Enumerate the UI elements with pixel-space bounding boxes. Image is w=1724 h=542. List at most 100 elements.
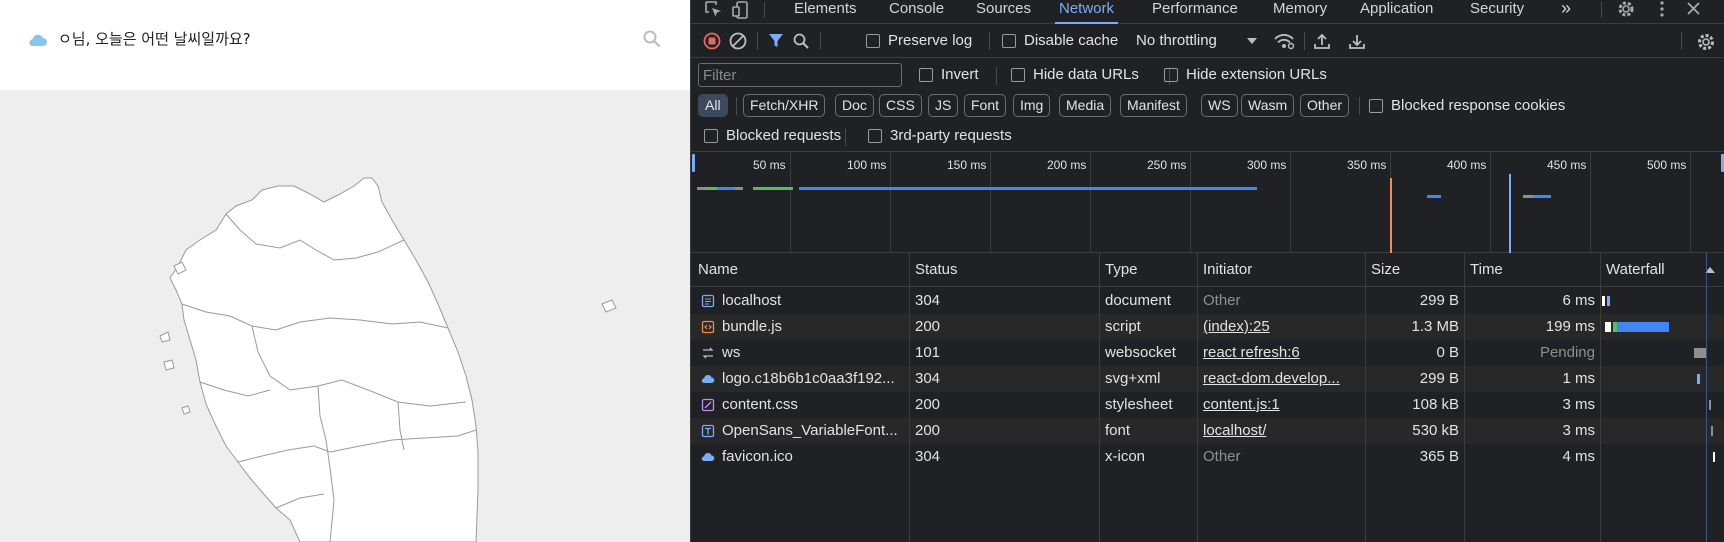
request-name: content.css bbox=[722, 396, 798, 413]
request-initiator[interactable]: (index):25 bbox=[1203, 318, 1359, 336]
invert-checkbox[interactable] bbox=[919, 68, 933, 82]
resource-script-icon bbox=[701, 320, 715, 334]
request-time: 3 ms bbox=[1562, 422, 1595, 439]
request-name: bundle.js bbox=[722, 318, 783, 335]
network-settings-gear-icon[interactable] bbox=[1696, 32, 1716, 52]
search-icon[interactable] bbox=[792, 32, 810, 50]
inspect-element-icon[interactable] bbox=[703, 0, 725, 20]
waterfall-bar bbox=[1605, 322, 1611, 332]
table-row[interactable]: logo.c18b6b1c0aa3f192... 304 svg+xml react-… bbox=[691, 366, 1724, 392]
more-tabs-icon[interactable]: » bbox=[1561, 0, 1571, 24]
waterfall-bar bbox=[1697, 374, 1700, 384]
column-header-time[interactable]: Time bbox=[1470, 261, 1503, 278]
type-filter-all[interactable]: All bbox=[698, 94, 728, 117]
third-party-requests-label: 3rd-party requests bbox=[890, 127, 1012, 144]
third-party-requests-checkbox[interactable] bbox=[868, 129, 882, 143]
resource-websocket-icon bbox=[702, 347, 714, 359]
network-conditions-icon[interactable] bbox=[1273, 32, 1295, 50]
column-header-status[interactable]: Status bbox=[915, 261, 958, 278]
table-row[interactable]: favicon.ico 304 x-icon Other 365 B 4 ms bbox=[691, 444, 1724, 470]
table-row[interactable]: OpenSans_VariableFont... 200 font localhost… bbox=[691, 418, 1724, 444]
type-filter-other[interactable]: Other bbox=[1300, 94, 1350, 117]
export-har-icon[interactable] bbox=[1348, 32, 1366, 50]
preserve-log-label: Preserve log bbox=[888, 32, 973, 49]
blocked-response-cookies-label: Blocked response cookies bbox=[1391, 97, 1566, 114]
type-filter-js[interactable]: JS bbox=[928, 94, 959, 117]
table-row[interactable]: localhost 304 document Other 299 B 6 ms bbox=[691, 288, 1724, 314]
timeline-overview[interactable]: 50 ms 100 ms 150 ms 200 ms 250 ms 300 ms… bbox=[691, 152, 1724, 253]
tab-elements[interactable]: Elements bbox=[794, 0, 857, 24]
disable-cache-label: Disable cache bbox=[1024, 32, 1119, 49]
column-header-name[interactable]: Name bbox=[698, 261, 738, 278]
tab-security[interactable]: Security bbox=[1470, 0, 1524, 24]
clear-icon[interactable] bbox=[729, 32, 747, 50]
preserve-log-checkbox[interactable] bbox=[866, 34, 880, 48]
type-filter-font[interactable]: Font bbox=[964, 94, 1007, 117]
request-type: websocket bbox=[1105, 344, 1176, 361]
column-header-waterfall[interactable]: Waterfall bbox=[1606, 261, 1665, 278]
chip-separator bbox=[1359, 97, 1360, 115]
type-filter-wasm[interactable]: Wasm bbox=[1241, 94, 1295, 117]
tab-application[interactable]: Application bbox=[1360, 0, 1433, 24]
request-status: 304 bbox=[915, 448, 941, 465]
request-initiator[interactable]: content.js:1 bbox=[1203, 396, 1359, 414]
waterfall-bar bbox=[1694, 348, 1706, 358]
tab-console[interactable]: Console bbox=[889, 0, 944, 24]
blocked-requests-label: Blocked requests bbox=[726, 127, 842, 144]
tab-network[interactable]: Network bbox=[1055, 0, 1119, 24]
type-filter-img[interactable]: Img bbox=[1013, 94, 1051, 117]
settings-gear-icon[interactable] bbox=[1615, 0, 1637, 20]
type-filter-doc[interactable]: Doc bbox=[835, 94, 874, 117]
blocked-requests-checkbox[interactable] bbox=[704, 129, 718, 143]
table-row[interactable]: bundle.js 200 script (index):25 1.3 MB 199 ms bbox=[691, 314, 1724, 340]
table-row[interactable]: ws 101 websocket react refresh:6 0 B Pending bbox=[691, 340, 1724, 366]
request-name: localhost bbox=[722, 292, 782, 309]
resource-type-filters: All Fetch/XHR Doc CSS JS Font Img Media … bbox=[691, 92, 1724, 122]
hide-data-urls-checkbox[interactable] bbox=[1011, 68, 1025, 82]
filter-icon[interactable] bbox=[767, 32, 785, 50]
request-size: 1.3 MB bbox=[1411, 318, 1459, 335]
stop-recording-icon[interactable] bbox=[703, 32, 721, 50]
type-filter-manifest[interactable]: Manifest bbox=[1120, 94, 1187, 117]
column-header-size[interactable]: Size bbox=[1371, 261, 1400, 278]
request-name: favicon.ico bbox=[722, 448, 793, 465]
import-har-icon[interactable] bbox=[1313, 32, 1331, 50]
column-header-initiator[interactable]: Initiator bbox=[1203, 261, 1252, 278]
type-filter-ws[interactable]: WS bbox=[1201, 94, 1238, 117]
korea-map[interactable] bbox=[0, 90, 690, 542]
blocked-response-cookies-checkbox[interactable] bbox=[1369, 99, 1383, 113]
type-filter-css[interactable]: CSS bbox=[879, 94, 922, 117]
column-header-type[interactable]: Type bbox=[1105, 261, 1138, 278]
request-initiator[interactable]: react refresh:6 bbox=[1203, 344, 1359, 362]
disable-cache-checkbox[interactable] bbox=[1002, 34, 1016, 48]
resource-image-icon bbox=[701, 375, 715, 383]
search-icon[interactable] bbox=[642, 29, 662, 49]
device-toolbar-icon[interactable] bbox=[731, 0, 753, 20]
throttling-select[interactable]: No throttling bbox=[1136, 32, 1217, 50]
hide-extension-urls-checkbox[interactable] bbox=[1164, 68, 1178, 82]
type-filter-fetch-xhr[interactable]: Fetch/XHR bbox=[743, 94, 826, 117]
toolbar-separator bbox=[989, 32, 990, 50]
tab-performance[interactable]: Performance bbox=[1152, 0, 1238, 24]
chevron-down-icon[interactable] bbox=[1246, 36, 1258, 46]
request-status: 101 bbox=[915, 344, 941, 361]
type-filter-media[interactable]: Media bbox=[1059, 94, 1112, 117]
toolbar-separator bbox=[757, 32, 758, 50]
toolbar-separator bbox=[820, 32, 821, 50]
resource-document-icon bbox=[701, 294, 715, 308]
close-devtools-icon[interactable] bbox=[1683, 0, 1705, 20]
request-type: document bbox=[1105, 292, 1171, 309]
tab-sources[interactable]: Sources bbox=[976, 0, 1031, 24]
tab-memory[interactable]: Memory bbox=[1273, 0, 1327, 24]
request-initiator[interactable]: localhost/ bbox=[1203, 422, 1359, 440]
column-separator bbox=[1365, 253, 1366, 542]
table-row[interactable]: content.css 200 stylesheet content.js:1 108 … bbox=[691, 392, 1724, 418]
filter-row: Invert Hide data URLs Hide extension URL… bbox=[691, 58, 1724, 92]
more-options-icon[interactable] bbox=[1651, 0, 1673, 20]
filter-input[interactable] bbox=[698, 63, 902, 87]
waterfall-bar bbox=[1713, 452, 1715, 462]
request-initiator[interactable]: react-dom.develop... bbox=[1203, 370, 1359, 388]
waterfall-bar bbox=[1709, 400, 1711, 410]
column-separator bbox=[1464, 253, 1465, 542]
toolbar-separator bbox=[1304, 32, 1305, 50]
